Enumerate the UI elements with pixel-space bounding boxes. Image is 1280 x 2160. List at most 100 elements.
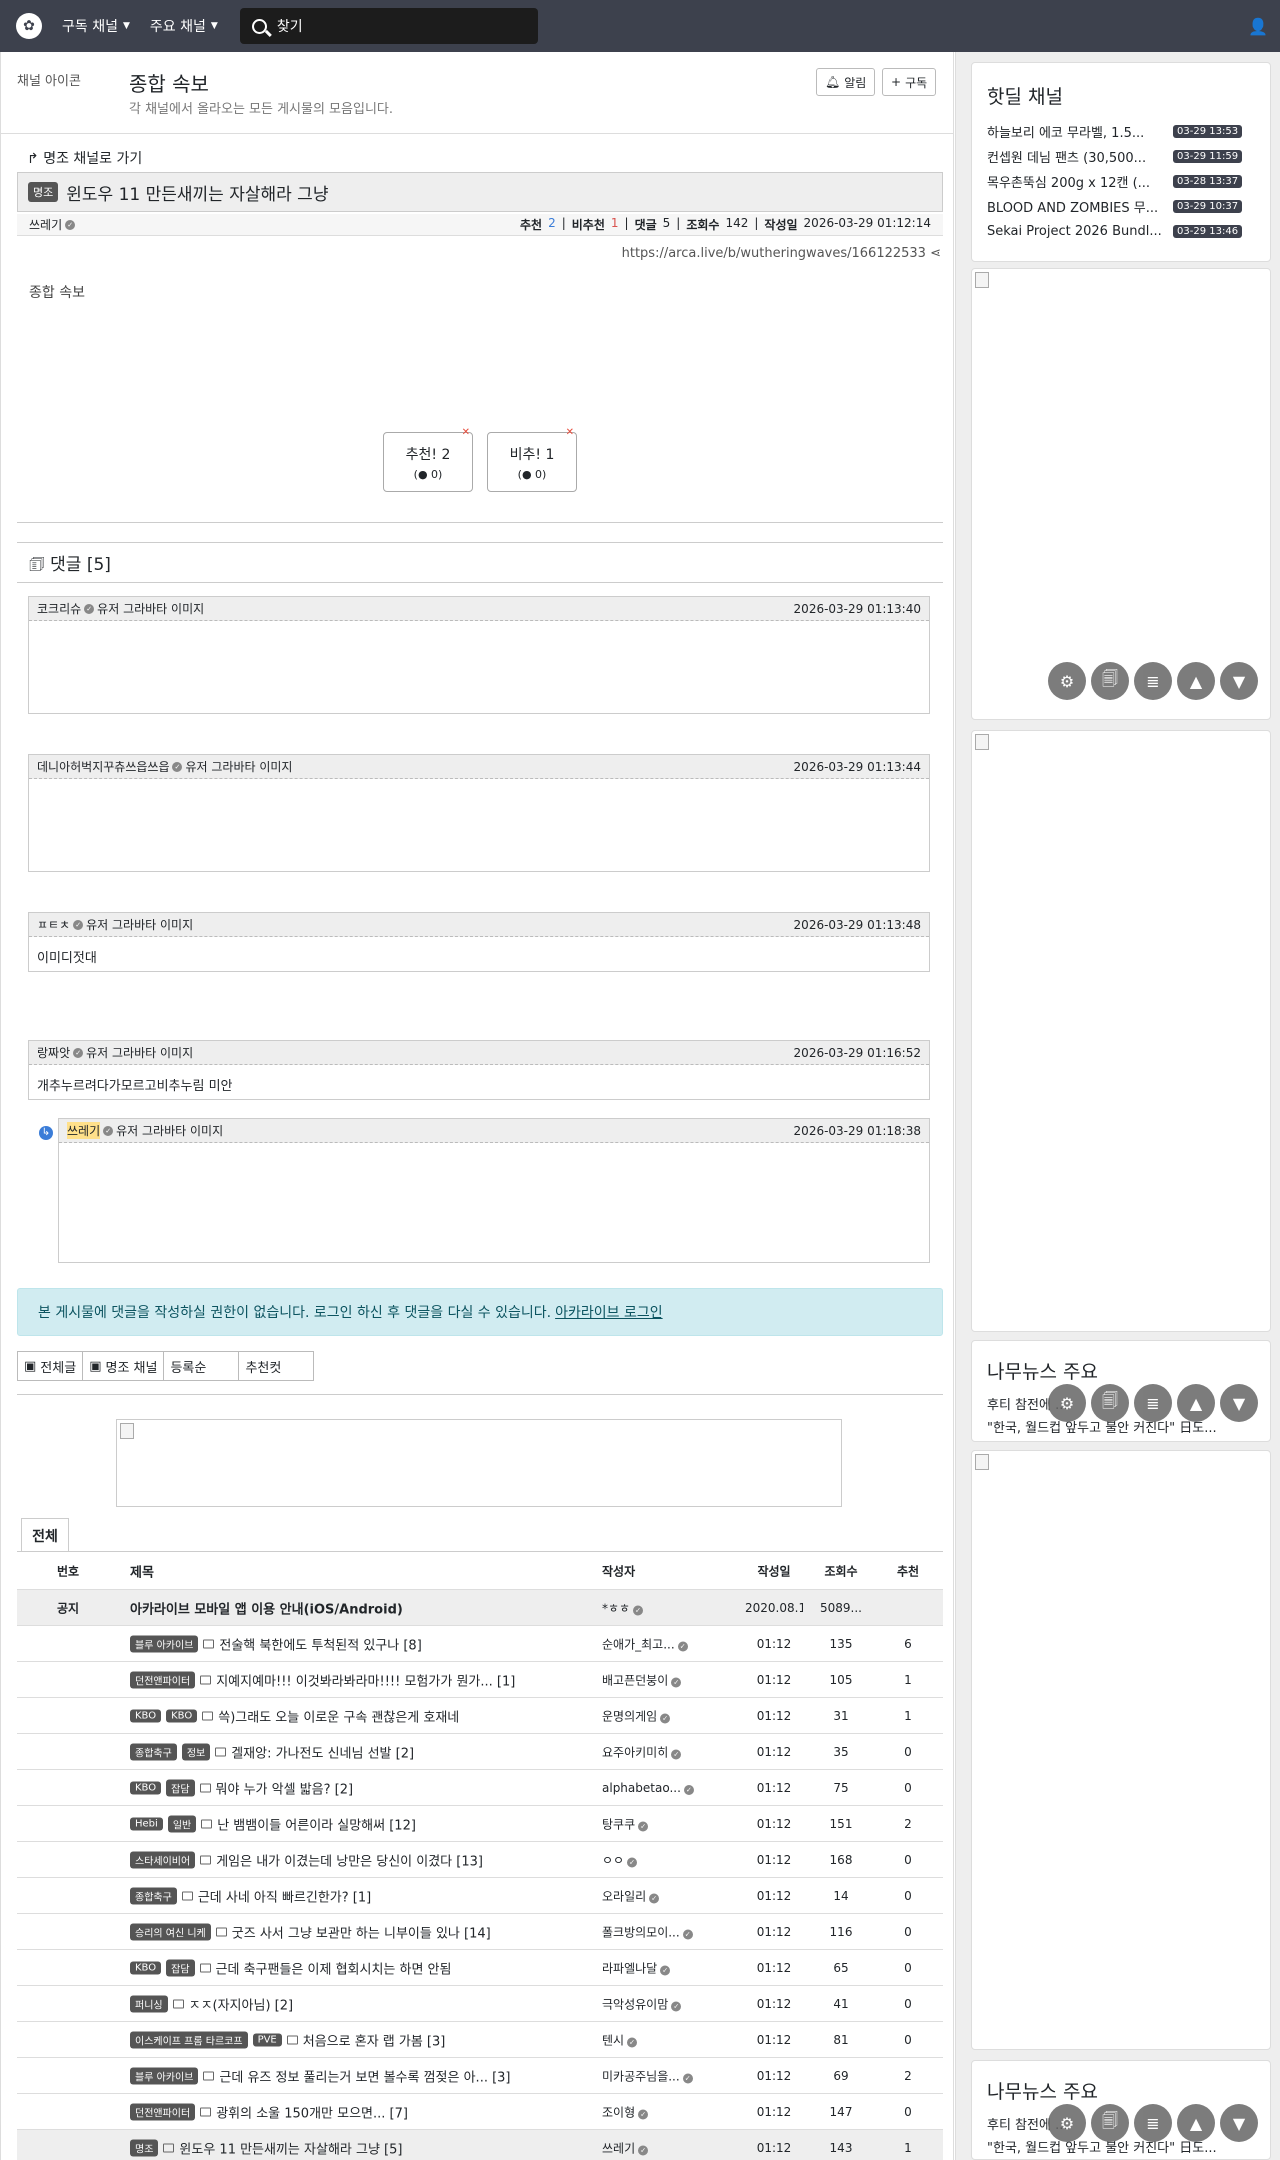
- post-author[interactable]: 요주아키미히 ✓: [602, 1743, 718, 1760]
- table-row[interactable]: 던전앤파이터 광휘의 소울 150개만 모으면... [7] 조이형 ✓ 01:12 14…: [17, 2094, 943, 2130]
- hotdeal-item[interactable]: BLOOD AND ZOMBIES 무... 03-29 10:37: [972, 194, 1270, 219]
- post-title[interactable]: 겔재앙: 가나전도 신네님 선발 [2]: [231, 1742, 414, 1761]
- comment-author[interactable]: 데니아허벅지꾸츄쓰읍쓰읍: [37, 758, 169, 775]
- post-title-cell[interactable]: KBO 잡담 뭐야 누가 악셀 밟음? [2]: [130, 1778, 605, 1797]
- tab-all-posts[interactable]: ▣ 전체글: [17, 1351, 84, 1381]
- post-title-cell[interactable]: 스타세이비어 게임은 내가 이겼는데 낭만은 당신이 이겼다 [13]: [130, 1850, 605, 1869]
- table-row[interactable]: 종합축구 근데 사네 아직 빠르긴한가? [1] 오라일리 ✓ 01:12 14 0: [17, 1878, 943, 1914]
- post-title[interactable]: 뭐야 누가 악셀 밟음? [2]: [216, 1778, 354, 1797]
- post-title[interactable]: 처음으로 혼자 랩 가봄 [3]: [303, 2030, 446, 2049]
- table-row[interactable]: 스타세이비어 게임은 내가 이겼는데 낭만은 당신이 이겼다 [13] ㅇㅇ ✓ 01:…: [17, 1842, 943, 1878]
- comment-author[interactable]: 랑짜앗: [37, 1044, 70, 1061]
- notice-row[interactable]: 공지 아카라이브 모바일 앱 이용 안내(iOS/Android) *ㅎㅎ ✓ 2…: [17, 1590, 943, 1626]
- close-icon[interactable]: ✕: [566, 427, 574, 438]
- arrow-up-icon[interactable]: ▲: [1177, 662, 1215, 700]
- list-icon[interactable]: ≣: [1134, 1384, 1172, 1422]
- post-title-cell[interactable]: 블루 아카이브 근데 유즈 정보 풀리는거 보면 볼수록 껌젖은 아... [3]: [130, 2066, 605, 2085]
- tab-channel[interactable]: ▣ 명조 채널: [82, 1351, 165, 1381]
- tab-best[interactable]: 추천컷: [238, 1351, 315, 1381]
- search-input[interactable]: 찾기: [239, 8, 538, 44]
- login-link[interactable]: 아카라이브 로그인: [555, 1302, 663, 1322]
- post-title-cell[interactable]: KBO 잡담 근데 축구팬들은 이제 협회시치는 하면 안됨: [130, 1958, 605, 1977]
- post-title[interactable]: 근데 축구팬들은 이제 협회시치는 하면 안됨: [216, 1958, 452, 1977]
- post-author[interactable]: 탕쿠쿠 ✓: [602, 1815, 718, 1832]
- category-badge[interactable]: 던전앤파이터: [130, 1671, 196, 1688]
- post-author[interactable]: 극악성유이맘 ✓: [602, 1995, 718, 2012]
- post-author[interactable]: 미카공주님을... ✓: [602, 2067, 718, 2084]
- category-badge[interactable]: 퍼니싱: [130, 1995, 168, 2012]
- post-title[interactable]: 광휘의 소울 150개만 모으면... [7]: [216, 2102, 408, 2121]
- arrow-down-icon[interactable]: ▼: [1220, 662, 1258, 700]
- post-title[interactable]: 굿즈 사서 그냥 보관만 하는 니부이들 있나 [14]: [232, 1922, 491, 1941]
- ad-card[interactable]: [971, 1450, 1271, 2050]
- post-title-cell[interactable]: 승리의 여신 니케 굿즈 사서 그냥 보관만 하는 니부이들 있나 [14]: [130, 1922, 605, 1941]
- post-author[interactable]: ㅇㅇ ✓: [602, 1851, 718, 1868]
- post-title[interactable]: 지예지예마!!! 이것봐라봐라마!!!! 모험가가 뭔가... [1]: [216, 1670, 515, 1689]
- hotdeal-item[interactable]: 목우촌뚝심 200g x 12캔 (... 03-28 13:37: [972, 169, 1270, 194]
- post-author[interactable]: 쓰레기 ✓: [602, 2139, 718, 2156]
- category-badge[interactable]: 종합축구: [130, 1887, 177, 1904]
- post-author[interactable]: 조이형 ✓: [602, 2103, 718, 2120]
- table-row[interactable]: Hebi 일반 난 뱀뱀이들 어른이라 실망해써 [12] 탕쿠쿠 ✓ 01:12 151 2: [17, 1806, 943, 1842]
- category-badge[interactable]: 종합축구: [130, 1743, 177, 1760]
- post-title[interactable]: 아카라이브 모바일 앱 이용 안내(iOS/Android): [130, 1598, 605, 1617]
- downvote-button[interactable]: ✕ 비추! 1 (● 0): [487, 427, 577, 492]
- category-badge[interactable]: 명조: [28, 182, 59, 202]
- close-icon[interactable]: ✕: [462, 427, 470, 438]
- post-title-cell[interactable]: 명조 윈도우 11 만든새끼는 자살해라 그냥 [5]: [130, 2138, 605, 2157]
- table-row[interactable]: 블루 아카이브 전술핵 북한에도 투척된적 있구나 [8] 순애가_최고... ✓ 01…: [17, 1626, 943, 1662]
- category-badge[interactable]: 명조: [130, 2139, 159, 2156]
- table-row[interactable]: 승리의 여신 니케 굿즈 사서 그냥 보관만 하는 니부이들 있나 [14] 폴크방…: [17, 1914, 943, 1950]
- gear-icon[interactable]: ⚙: [1048, 1384, 1086, 1422]
- table-row[interactable]: 명조 윈도우 11 만든새끼는 자살해라 그냥 [5] 쓰레기 ✓ 01:12 143 1: [17, 2130, 943, 2160]
- gear-icon[interactable]: ⚙: [1048, 662, 1086, 700]
- category-badge[interactable]: KBO: [130, 1781, 162, 1794]
- table-row[interactable]: KBO 잡담 뭐야 누가 악셀 밟음? [2] alphabetao... ✓ 01:12…: [17, 1770, 943, 1806]
- table-row[interactable]: KBO 잡담 근데 축구팬들은 이제 협회시치는 하면 안됨 라파엘나달 ✓ 01:12 6…: [17, 1950, 943, 1986]
- post-author[interactable]: 순애가_최고... ✓: [602, 1635, 718, 1652]
- arrow-down-icon[interactable]: ▼: [1220, 1384, 1258, 1422]
- table-row[interactable]: 퍼니싱 ㅈㅈ(자지아님) [2] 극악성유이맘 ✓ 01:12 41 0: [17, 1986, 943, 2022]
- category-badge[interactable]: 승리의 여신 니케: [130, 1923, 211, 1940]
- category-badge[interactable]: KBO: [166, 1709, 198, 1722]
- category-badge[interactable]: Hebi: [130, 1817, 163, 1830]
- post-author[interactable]: alphabetao... ✓: [602, 1781, 718, 1795]
- article-author[interactable]: 쓰레기: [29, 216, 62, 233]
- list-icon[interactable]: ≣: [1134, 2104, 1172, 2142]
- post-title[interactable]: 근데 유즈 정보 풀리는거 보면 볼수록 껌젖은 아... [3]: [219, 2066, 510, 2085]
- category-badge[interactable]: 잡담: [166, 1779, 195, 1796]
- gear-icon[interactable]: ⚙: [1048, 2104, 1086, 2142]
- post-author[interactable]: *ㅎㅎ ✓: [602, 1599, 718, 1616]
- comment-author[interactable]: ㅍㅌㅊ: [37, 916, 70, 933]
- table-row[interactable]: 종합축구 정보 겔재앙: 가나전도 신네님 선발 [2] 요주아키미히 ✓ 01:12 35…: [17, 1734, 943, 1770]
- tab-all[interactable]: 전체: [21, 1518, 69, 1552]
- category-badge[interactable]: 정보: [181, 1743, 211, 1760]
- category-badge[interactable]: 던전앤파이터: [130, 2103, 196, 2120]
- post-title-cell[interactable]: 종합축구 근데 사네 아직 빠르긴한가? [1]: [130, 1886, 605, 1905]
- article-url[interactable]: https://arca.live/b/wutheringwaves/16612…: [622, 246, 941, 261]
- tab-sort-recent[interactable]: 등록순: [163, 1351, 240, 1381]
- site-logo[interactable]: ✿: [16, 13, 42, 39]
- post-author[interactable]: 운명의게임 ✓: [602, 1707, 718, 1724]
- arrow-up-icon[interactable]: ▲: [1177, 2104, 1215, 2142]
- category-badge[interactable]: 이스케이프 프롬 타르코프: [130, 2031, 248, 2048]
- post-title-cell[interactable]: Hebi 일반 난 뱀뱀이들 어른이라 실망해써 [12]: [130, 1814, 605, 1833]
- post-title[interactable]: 게임은 내가 이겼는데 낭만은 당신이 이겼다 [13]: [216, 1850, 483, 1869]
- comment-author[interactable]: 쓰레기: [67, 1122, 101, 1139]
- post-title[interactable]: 근데 사네 아직 빠르긴한가? [1]: [198, 1886, 371, 1905]
- back-to-channel-link[interactable]: ↱ 명조 채널로 가기: [27, 148, 142, 168]
- category-badge[interactable]: 블루 아카이브: [130, 2067, 199, 2084]
- subscribed-channels-menu[interactable]: 구독 채널 ▼: [62, 16, 130, 36]
- user-icon[interactable]: 👤: [1246, 14, 1270, 38]
- post-title[interactable]: 전술핵 북한에도 투척된적 있구나 [8]: [219, 1634, 421, 1653]
- post-title[interactable]: 윈도우 11 만든새끼는 자살해라 그냥 [5]: [179, 2138, 402, 2157]
- share-icon[interactable]: ⋖: [930, 246, 941, 261]
- post-author[interactable]: 오라일리 ✓: [602, 1887, 718, 1904]
- alarm-button[interactable]: 🔔︎ 알림: [816, 68, 876, 96]
- post-title-cell[interactable]: 던전앤파이터 지예지예마!!! 이것봐라봐라마!!!! 모험가가 뭔가... [1…: [130, 1670, 605, 1689]
- news-title[interactable]: 나무뉴스 주요: [987, 1357, 1270, 1384]
- category-badge[interactable]: 스타세이비어: [130, 1851, 196, 1868]
- post-title-cell[interactable]: 블루 아카이브 전술핵 북한에도 투척된적 있구나 [8]: [130, 1634, 605, 1653]
- post-author[interactable]: 배고픈던붕이 ✓: [602, 1671, 718, 1688]
- comments-icon[interactable]: 🗐: [1091, 662, 1129, 700]
